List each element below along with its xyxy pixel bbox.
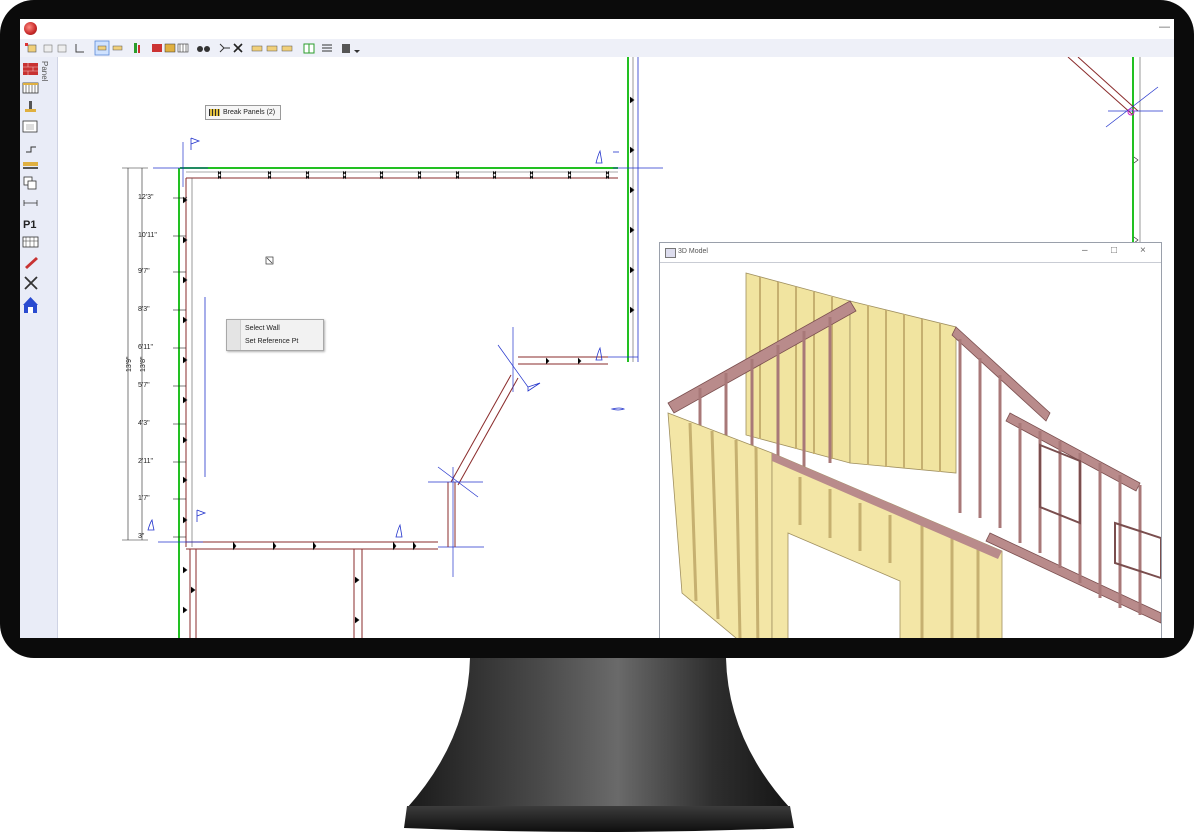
menu-item-set-reference-pt[interactable]: Set Reference Pt <box>245 335 298 348</box>
dimension-tick: 4'3" <box>138 420 150 427</box>
corner-icon[interactable] <box>75 44 84 53</box>
3d-viewport[interactable] <box>660 262 1161 638</box>
tooltip-label: Break Panels (2) <box>223 109 276 116</box>
close-icon[interactable]: × <box>1140 245 1146 256</box>
title-bar: — <box>20 19 1174 39</box>
break-panels-icon <box>209 109 220 116</box>
menu-gutter <box>227 320 241 350</box>
context-menu: Select Wall Set Reference Pt <box>226 319 324 351</box>
step-icon[interactable] <box>26 146 36 153</box>
break-panels-icon[interactable] <box>152 43 189 53</box>
3d-model-window: 3D Model – □ × <box>659 242 1162 638</box>
dimension-tick: 1'7" <box>138 495 150 502</box>
bottom-wall[interactable] <box>186 541 484 638</box>
edit-icon[interactable] <box>25 257 38 269</box>
stud-marks <box>182 96 635 624</box>
brick-wall-icon[interactable] <box>23 63 38 75</box>
stud-icon[interactable] <box>134 43 140 53</box>
break-panels-tooltip: Break Panels (2) <box>205 105 281 120</box>
panel-b-icon[interactable] <box>266 45 278 52</box>
left-tool-panel: Panel P1 <box>20 57 58 638</box>
delete-icon[interactable] <box>233 43 243 53</box>
panel-c-icon[interactable] <box>281 45 293 52</box>
dimension-total-outer: 13'9" <box>126 356 133 372</box>
copy-wall-icon[interactable] <box>43 44 53 53</box>
house-icon[interactable] <box>23 297 38 313</box>
list-icon[interactable] <box>322 44 332 52</box>
svg-text:P1: P1 <box>23 219 36 231</box>
dimension-tick: 10'11" <box>138 232 157 239</box>
model-window-titlebar: 3D Model – □ × <box>660 243 1161 262</box>
middle-right-wall[interactable] <box>627 57 639 362</box>
framing-model-render <box>667 272 1161 638</box>
label-icon[interactable]: P1 <box>23 219 36 231</box>
app-logo-icon <box>24 22 37 35</box>
dimension-tick: 9'7" <box>138 268 150 275</box>
model-window-title: 3D Model <box>678 248 708 255</box>
post-icon[interactable] <box>25 101 36 112</box>
top-wall[interactable] <box>180 167 618 179</box>
binoculars-icon[interactable] <box>197 46 210 52</box>
dimension-tick: 8'3" <box>138 306 150 313</box>
framing-icon[interactable] <box>22 82 39 94</box>
selected-tool-icon[interactable] <box>94 40 110 56</box>
reference-flags <box>147 137 626 538</box>
left-wall[interactable] <box>178 168 206 638</box>
dimension-tick: 3" <box>138 533 145 540</box>
dimension-tick: 2'11" <box>138 458 153 465</box>
plan-canvas[interactable]: 13'9" 13'8" 12'3" 10'11" 9'7" 8'3" 6'11"… <box>58 56 1174 638</box>
minimize-icon[interactable]: – <box>1082 245 1088 256</box>
pattern-icon[interactable] <box>22 236 39 248</box>
panel-a-icon[interactable] <box>251 45 263 52</box>
columns-icon[interactable] <box>303 43 315 54</box>
window-icon <box>665 248 676 258</box>
move-icon[interactable] <box>219 43 230 53</box>
dimension-tick: 6'11" <box>138 344 153 351</box>
left-tool-icons: P1 <box>22 63 39 313</box>
dimension-total-inner: 13'8" <box>140 356 147 372</box>
copy-panel-icon[interactable] <box>23 176 37 190</box>
menu-item-select-wall[interactable]: Select Wall <box>245 322 280 335</box>
wall-tool-icon[interactable] <box>25 43 37 53</box>
dimension-icon[interactable] <box>23 200 38 206</box>
header-icon[interactable] <box>23 162 38 169</box>
cursor-icon <box>265 256 274 265</box>
opening-icon[interactable] <box>22 120 38 133</box>
dimension-tick: 5'7" <box>138 382 150 389</box>
tools-icon[interactable] <box>24 276 38 290</box>
paste-wall-icon[interactable] <box>57 44 67 53</box>
screen: — Panel P1 13'9" 13'8" 12'3" 10'11" 9'7"… <box>20 19 1174 638</box>
angled-wall[interactable] <box>428 327 638 577</box>
panel-tool-icon[interactable] <box>112 45 123 51</box>
maximize-icon[interactable]: □ <box>1111 245 1117 256</box>
settings-dropdown-icon[interactable] <box>342 44 360 53</box>
dimension-lines <box>122 167 186 541</box>
dimension-tick: 12'3" <box>138 194 154 201</box>
close-icon[interactable]: — <box>1159 21 1170 33</box>
toolbar-icons <box>25 40 360 56</box>
main-toolbar <box>20 39 1174 58</box>
